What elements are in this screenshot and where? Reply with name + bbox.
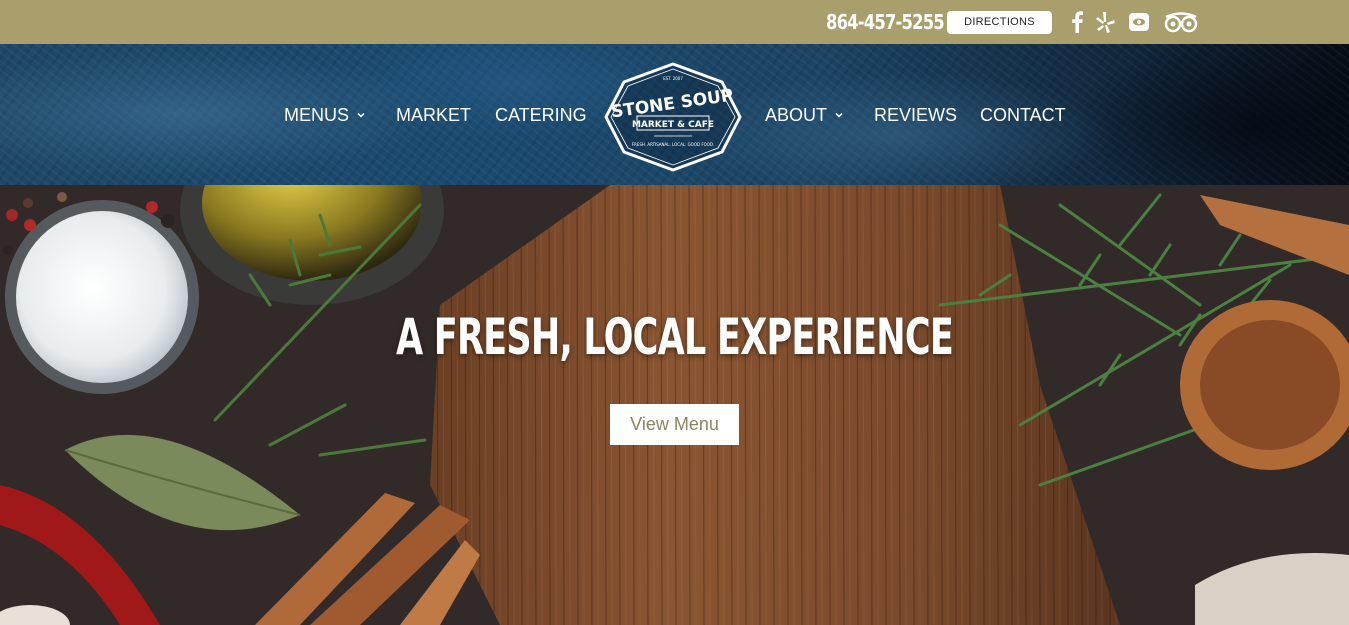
nav-item-menus[interactable]: MENUS [284, 104, 365, 126]
tripadvisor-icon[interactable] [1162, 10, 1200, 34]
nav-label: CATERING [495, 105, 587, 125]
yelp-icon[interactable] [1094, 10, 1116, 34]
nav-item-about[interactable]: ABOUT [765, 104, 843, 126]
chevron-down-icon [835, 112, 843, 118]
nav-item-market[interactable]: MARKET [396, 104, 471, 126]
hero-section: A FRESH, LOCAL EXPERIENCE View Menu [0, 185, 1349, 625]
main-navigation: MENUS MARKET CATERING EST. 2007 STONE SO… [0, 44, 1349, 185]
chevron-down-icon [357, 112, 365, 118]
nav-label: ABOUT [765, 105, 828, 125]
directions-button[interactable]: DIRECTIONS [947, 11, 1052, 34]
foursquare-icon[interactable] [1127, 10, 1151, 34]
nav-item-catering[interactable]: CATERING [495, 104, 587, 126]
nav-label: CONTACT [980, 105, 1066, 125]
nav-item-contact[interactable]: CONTACT [980, 104, 1066, 126]
top-utility-bar: 864-457-5255 DIRECTIONS [0, 0, 1349, 44]
nav-label: MARKET [396, 105, 472, 125]
logo-subtitle: MARKET & CAFE [632, 120, 714, 130]
logo-est: EST. 2007 [663, 76, 683, 81]
facebook-icon[interactable] [1068, 10, 1086, 34]
stone-soup-logo[interactable]: EST. 2007 STONE SOUP MARKET & CAFE FRESH… [604, 62, 742, 172]
logo-tagline: FRESH. ARTISANAL. LOCAL. GOOD FOOD. [632, 142, 715, 147]
nav-item-reviews[interactable]: REVIEWS [874, 104, 957, 126]
view-menu-button[interactable]: View Menu [610, 404, 739, 445]
hero-title: A FRESH, LOCAL EXPERIENCE [395, 308, 954, 366]
nav-label: REVIEWS [874, 105, 958, 125]
phone-number[interactable]: 864-457-5255 [826, 9, 945, 35]
nav-label: MENUS [284, 105, 350, 125]
